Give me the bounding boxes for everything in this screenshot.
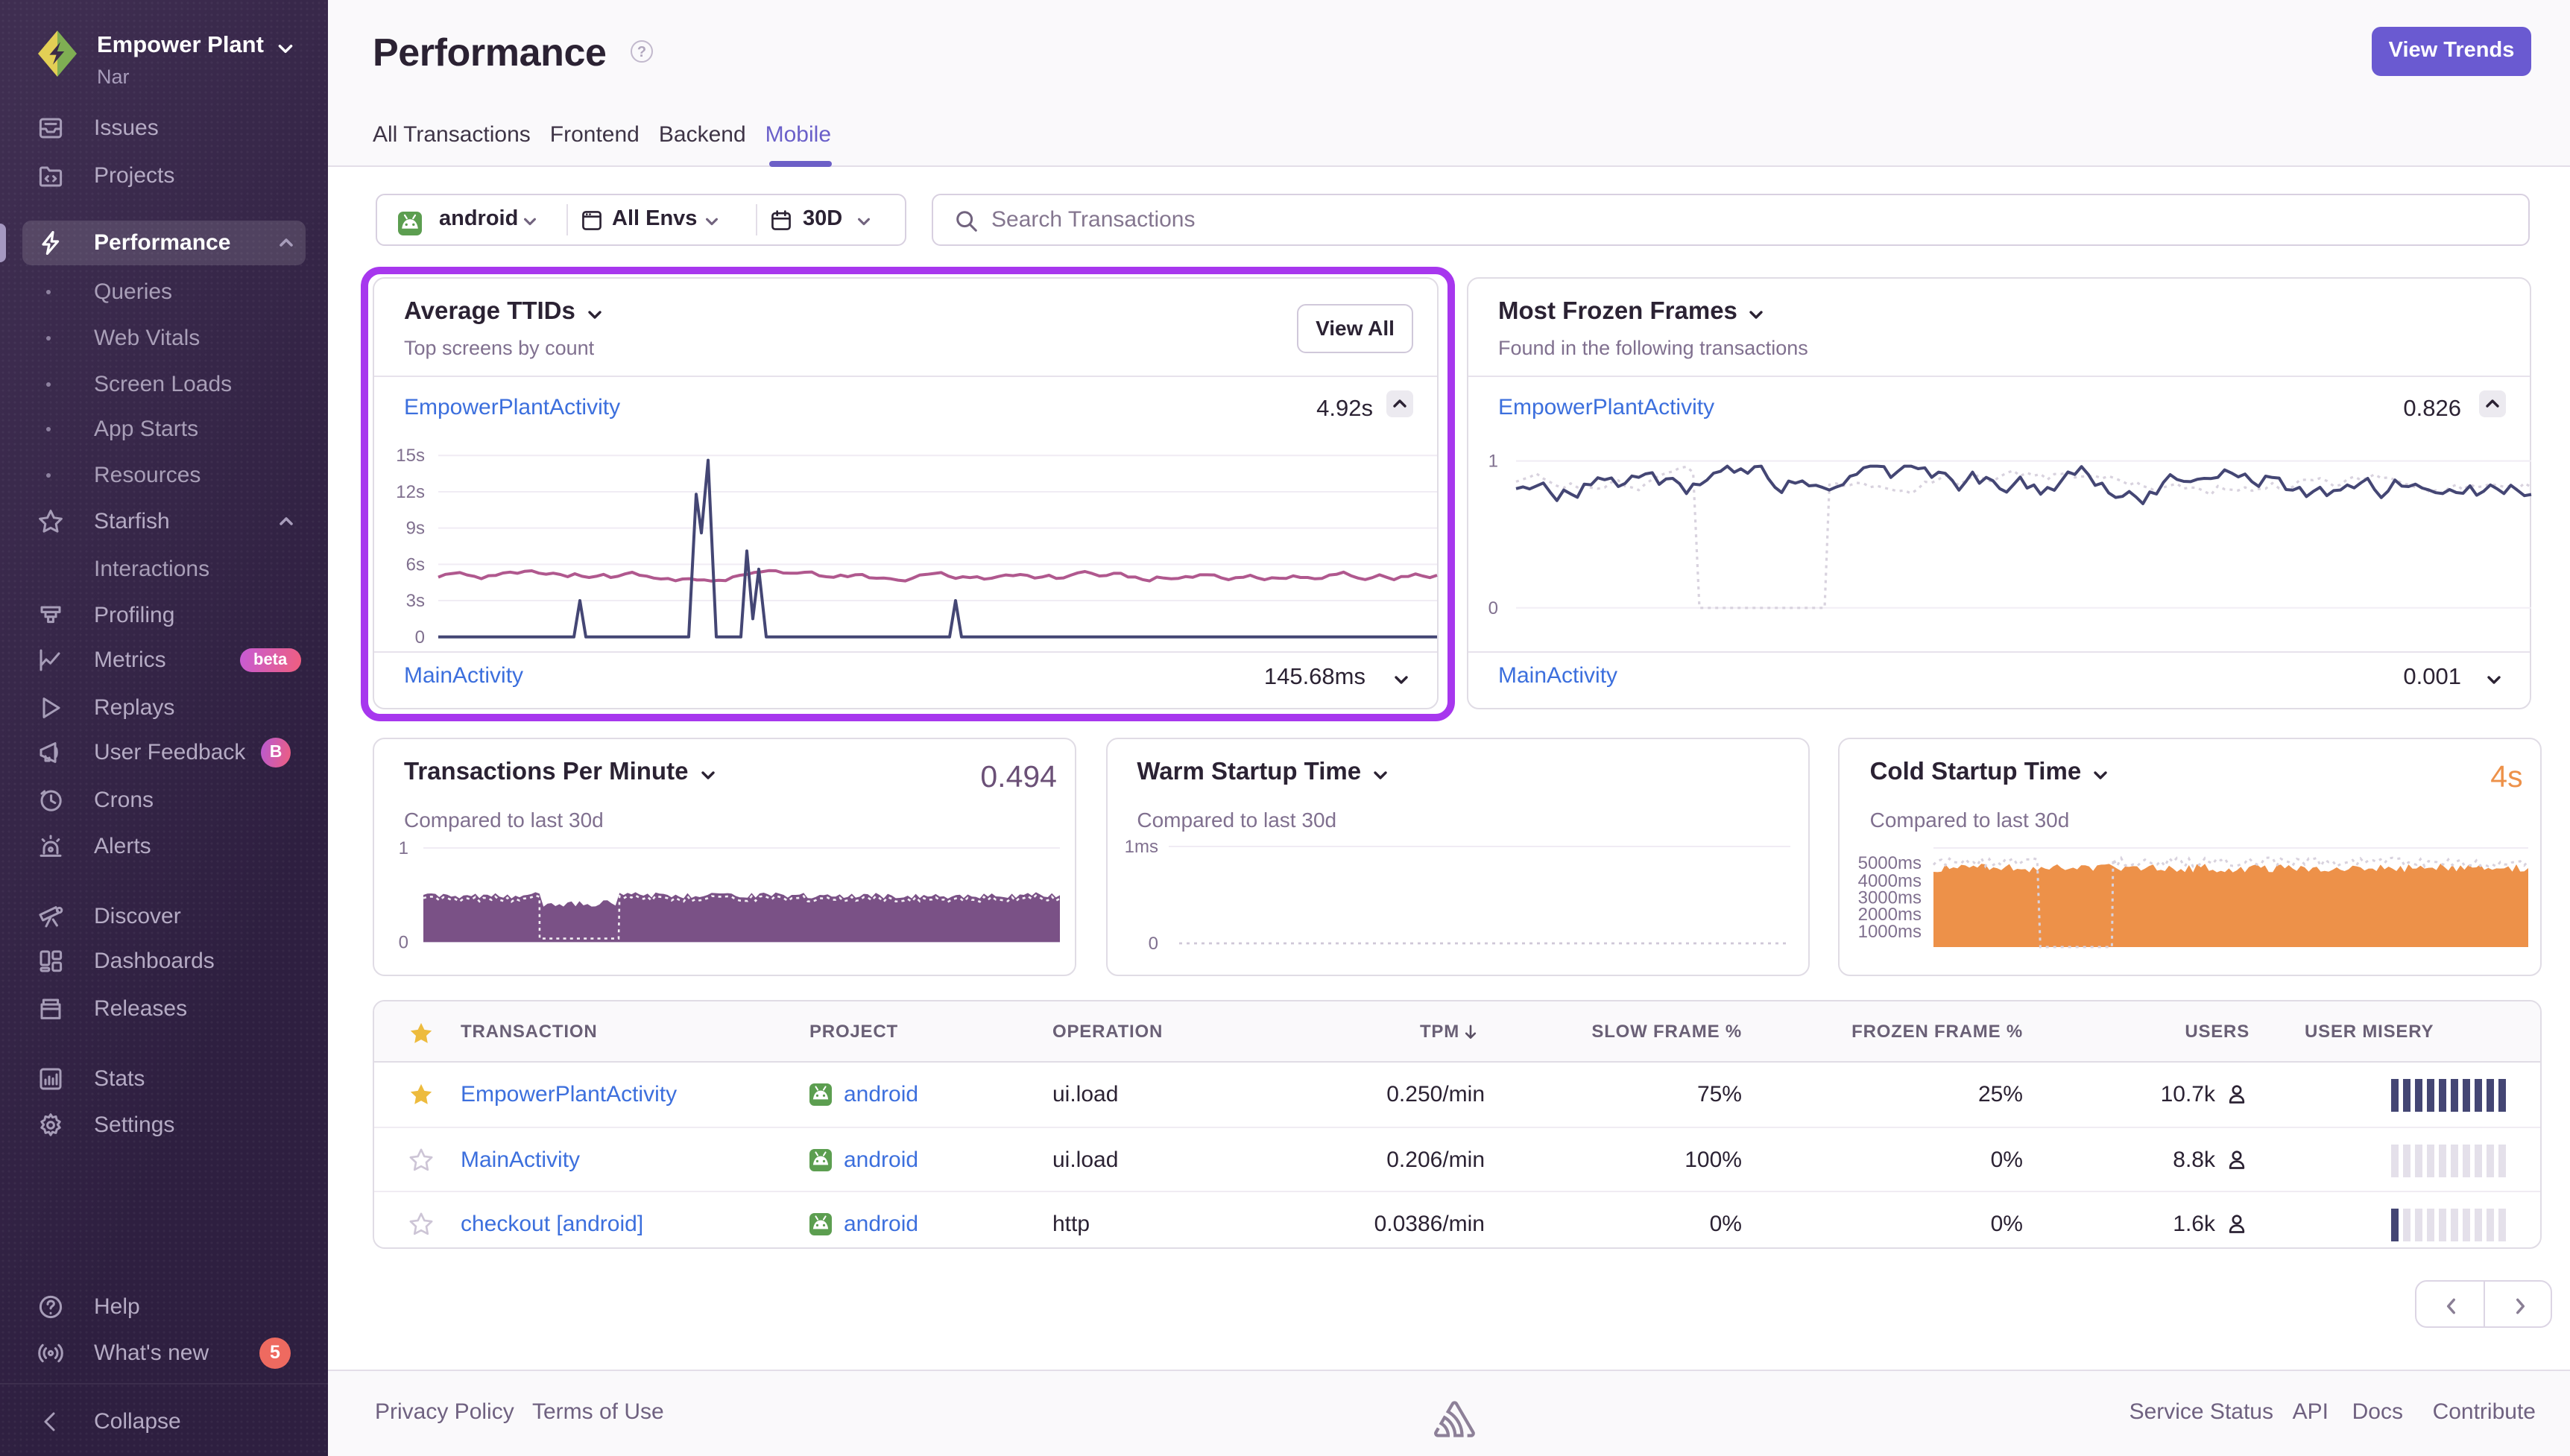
svg-text:1ms: 1ms <box>1124 837 1158 857</box>
svg-text:0: 0 <box>1488 598 1498 618</box>
svg-text:1000ms: 1000ms <box>1858 922 1922 942</box>
svg-text:0: 0 <box>399 932 408 952</box>
svg-text:5000ms: 5000ms <box>1858 853 1922 873</box>
svg-text:0: 0 <box>1148 934 1158 954</box>
svg-text:1: 1 <box>1488 452 1498 472</box>
svg-text:1: 1 <box>399 838 408 858</box>
